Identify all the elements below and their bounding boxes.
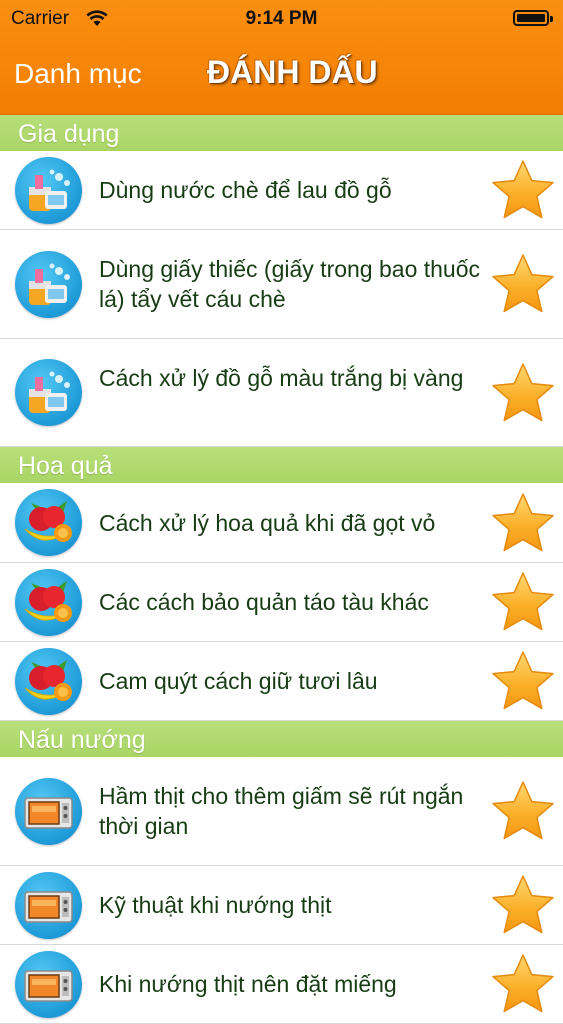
fruit-bowl-icon <box>15 569 82 636</box>
item-title: Các cách bảo quản táo tàu khác <box>99 589 429 615</box>
bookmark-star-icon[interactable] <box>489 361 557 425</box>
item-title: Dùng giấy thiếc (giấy trong bao thuốc lá… <box>99 256 481 312</box>
list-item[interactable]: Hầm thịt cho thêm giấm sẽ rút ngắn thời … <box>0 757 563 866</box>
fruit-bowl-icon <box>15 648 82 715</box>
status-time: 9:14 PM <box>245 8 318 29</box>
item-title: Hầm thịt cho thêm giấm sẽ rút ngắn thời … <box>99 783 464 839</box>
back-button[interactable]: Danh mục <box>14 58 142 90</box>
item-title: Cách xử lý hoa quả khi đã gọt vỏ <box>99 510 436 536</box>
oven-icon <box>15 778 82 845</box>
item-title: Cam quýt cách giữ tươi lâu <box>99 668 378 694</box>
list-item[interactable]: Các cách bảo quản táo tàu khác <box>0 563 563 642</box>
list-item[interactable]: Khi nướng thịt nên đặt miếng <box>0 945 563 1024</box>
oven-icon <box>15 951 82 1018</box>
bookmark-star-icon[interactable] <box>489 952 557 1016</box>
cleaning-supplies-icon <box>15 251 82 318</box>
navigation-bar: Carrier 9:14 PM Danh mục ĐÁNH DẤU <box>0 0 563 115</box>
section-header: Gia dụng <box>0 115 563 151</box>
bookmark-star-icon[interactable] <box>489 158 557 222</box>
list-item[interactable]: Dùng giấy thiếc (giấy trong bao thuốc lá… <box>0 230 563 339</box>
list-item[interactable]: Cách xử lý hoa quả khi đã gọt vỏ <box>0 483 563 563</box>
list-item[interactable]: Dùng nước chè để lau đồ gỗ <box>0 151 563 230</box>
item-title: Kỹ thuật khi nướng thịt <box>99 892 332 918</box>
cleaning-supplies-icon <box>15 359 82 426</box>
status-bar: Carrier 9:14 PM <box>0 0 563 38</box>
page-title: ĐÁNH DẤU <box>207 54 378 90</box>
item-title: Cách xử lý đồ gỗ màu trắng bị vàng <box>99 365 464 391</box>
section-header: Nấu nướng <box>0 721 563 757</box>
bookmark-star-icon[interactable] <box>489 873 557 937</box>
bookmark-star-icon[interactable] <box>489 779 557 843</box>
list-item[interactable]: Cách xử lý đồ gỗ màu trắng bị vàng <box>0 339 563 447</box>
cleaning-supplies-icon <box>15 157 82 224</box>
fruit-bowl-icon <box>15 489 82 556</box>
item-title: Khi nướng thịt nên đặt miếng <box>99 971 397 997</box>
bookmark-star-icon[interactable] <box>489 570 557 634</box>
section-header: Hoa quả <box>0 447 563 483</box>
bookmark-star-icon[interactable] <box>489 252 557 316</box>
bookmark-star-icon[interactable] <box>489 649 557 713</box>
battery-icon <box>513 10 553 26</box>
bookmark-star-icon[interactable] <box>489 491 557 555</box>
oven-icon <box>15 872 82 939</box>
list-item[interactable]: Cam quýt cách giữ tươi lâu <box>0 642 563 721</box>
bookmark-list: Gia dụng Dùng nước chè để lau đồ gỗ Dùng g… <box>0 115 563 1024</box>
item-title: Dùng nước chè để lau đồ gỗ <box>99 177 392 203</box>
list-item[interactable]: Kỹ thuật khi nướng thịt <box>0 866 563 945</box>
